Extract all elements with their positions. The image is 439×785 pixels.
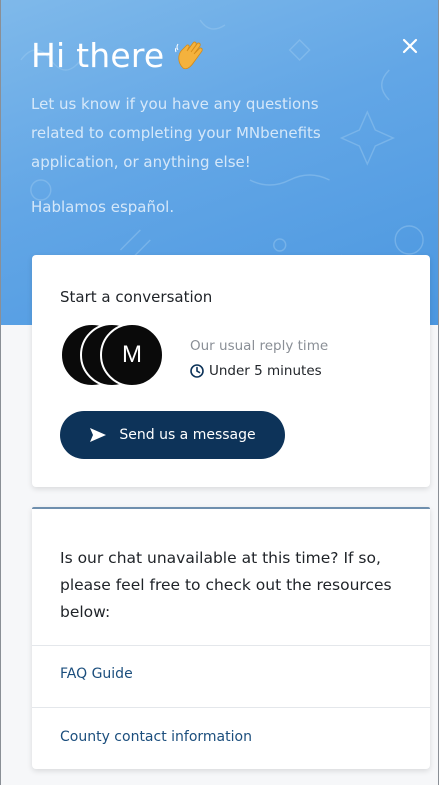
greeting-heading: Hi there bbox=[31, 36, 206, 75]
avatar-initial: M bbox=[122, 341, 142, 368]
resources-message: Is our chat unavailable at this time? If… bbox=[60, 549, 392, 621]
avatar: M bbox=[100, 323, 164, 387]
close-icon[interactable] bbox=[400, 36, 420, 56]
conversation-title: Start a conversation bbox=[60, 288, 213, 306]
county-contact-link[interactable]: County contact information bbox=[60, 729, 252, 745]
faq-guide-link[interactable]: FAQ Guide bbox=[60, 666, 133, 682]
send-message-button[interactable]: Send us a message bbox=[60, 411, 285, 459]
reply-time: Under 5 minutes bbox=[190, 363, 322, 379]
waving-hand-icon bbox=[175, 41, 203, 69]
messenger-window: Hi there Let us know if you have any que… bbox=[0, 0, 439, 785]
clock-icon bbox=[190, 364, 204, 378]
reply-time-label: Our usual reply time bbox=[190, 338, 329, 354]
divider bbox=[32, 645, 430, 646]
intro-text: Let us know if you have any questions re… bbox=[31, 95, 321, 171]
divider bbox=[32, 707, 430, 708]
send-message-label: Send us a message bbox=[119, 427, 256, 443]
team-avatars: M bbox=[60, 323, 175, 389]
greeting-text: Hi there bbox=[31, 36, 165, 75]
send-icon bbox=[90, 428, 107, 442]
spanish-note: Hablamos español. bbox=[31, 198, 175, 216]
reply-time-value: Under 5 minutes bbox=[209, 363, 322, 379]
conversation-card: Start a conversation M Our usual reply t… bbox=[32, 255, 430, 487]
resources-card: Is our chat unavailable at this time? If… bbox=[32, 507, 430, 769]
